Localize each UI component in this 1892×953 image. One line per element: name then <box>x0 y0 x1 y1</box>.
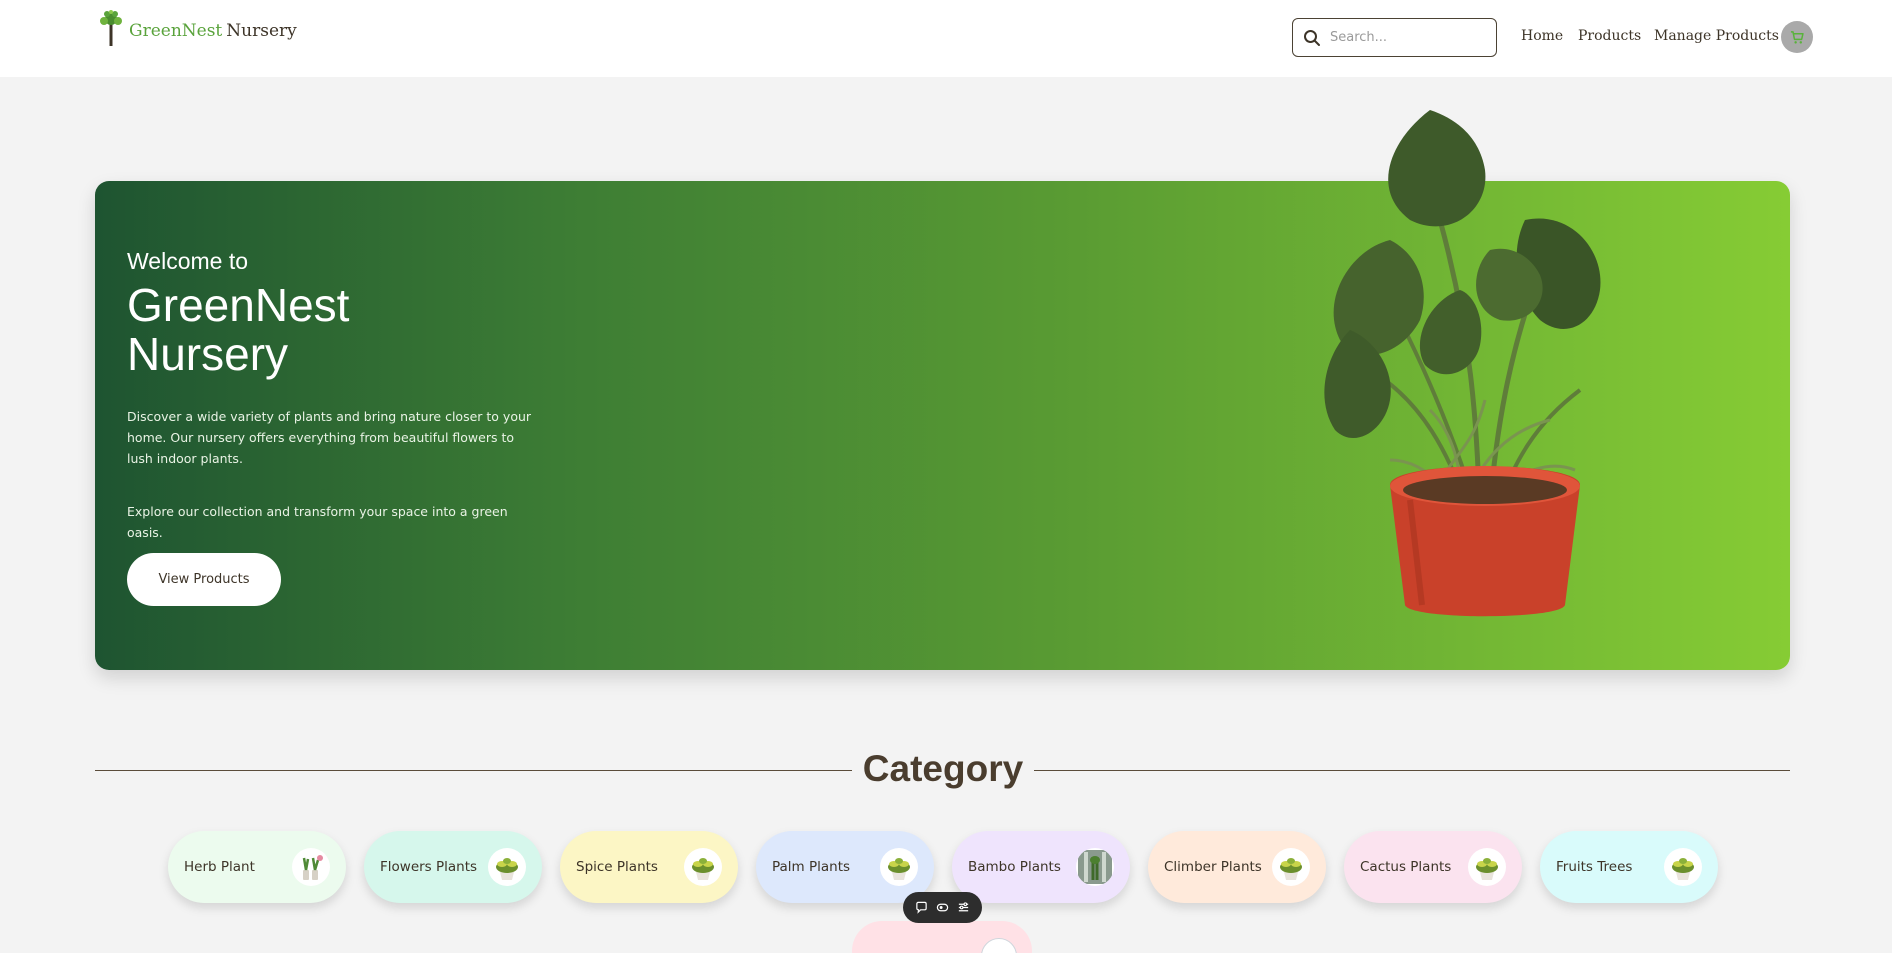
hero-description-secondary: Explore our collection and transform you… <box>127 504 508 540</box>
bamboo-plant-thumbnail <box>1076 848 1114 886</box>
category-label: Palm Plants <box>772 859 851 875</box>
logo-brand-green: GreenNest <box>129 21 223 41</box>
site-header: GreenNestNursery Home Products Manage Pr… <box>0 0 1892 77</box>
cart-button[interactable] <box>1781 21 1813 53</box>
search-input[interactable] <box>1330 30 1490 45</box>
plant-thumbnail <box>1468 848 1506 886</box>
hero-title: GreenNest Nursery <box>127 279 350 380</box>
potted-plant-image <box>1324 110 1601 617</box>
cart-icon <box>1790 30 1804 44</box>
view-products-button[interactable]: View Products <box>127 553 281 606</box>
search-box[interactable] <box>1292 18 1497 57</box>
category-title: Category <box>862 748 1024 789</box>
category-label: Cactus Plants <box>1360 859 1452 875</box>
sliders-icon[interactable] <box>955 900 971 916</box>
category-label: Bambo Plants <box>968 859 1061 875</box>
search-icon <box>1304 29 1320 46</box>
category-label: Spice Plants <box>576 859 658 875</box>
hero-description: Discover a wide variety of plants and br… <box>127 409 532 466</box>
category-label: Herb Plant <box>184 859 255 875</box>
floating-toolbar <box>903 892 982 923</box>
comment-icon[interactable] <box>914 900 930 916</box>
plant-thumbnail <box>684 848 722 886</box>
plant-thumbnail <box>880 848 918 886</box>
herb-plant-thumbnail <box>292 848 330 886</box>
category-chip-cactus[interactable]: Cactus Plants <box>1344 831 1522 903</box>
plant-thumbnail <box>1272 848 1310 886</box>
category-chip-palm[interactable]: Palm Plants <box>756 831 934 903</box>
plant-thumbnail <box>1664 848 1702 886</box>
category-label: Flowers Plants <box>380 859 478 875</box>
plant-thumbnail <box>488 848 526 886</box>
category-chip-herb[interactable]: Herb Plant <box>168 831 346 903</box>
hero-welcome: Welcome to <box>127 248 249 274</box>
tree-icon <box>100 10 122 46</box>
logo-brand-dark: Nursery <box>226 21 297 41</box>
category-chip-bambo[interactable]: Bambo Plants <box>952 831 1130 903</box>
category-divider-right <box>1034 770 1790 771</box>
category-chip-spice[interactable]: Spice Plants <box>560 831 738 903</box>
nav-home[interactable]: Home <box>1521 28 1563 44</box>
category-chip-fruits[interactable]: Fruits Trees <box>1540 831 1718 903</box>
category-chip-flowers[interactable]: Flowers Plants <box>364 831 542 903</box>
logo-text: GreenNest Nursery <box>129 21 297 41</box>
category-divider-left <box>95 770 852 771</box>
eye-icon[interactable] <box>935 900 951 916</box>
nav-manage-products[interactable]: Manage Products <box>1654 28 1779 44</box>
category-label: Fruits Trees <box>1556 859 1633 875</box>
category-chip-climber[interactable]: Climber Plants <box>1148 831 1326 903</box>
logo[interactable]: GreenNest Nursery <box>97 8 297 48</box>
nav-products[interactable]: Products <box>1578 28 1641 44</box>
category-label: Climber Plants <box>1164 859 1262 875</box>
